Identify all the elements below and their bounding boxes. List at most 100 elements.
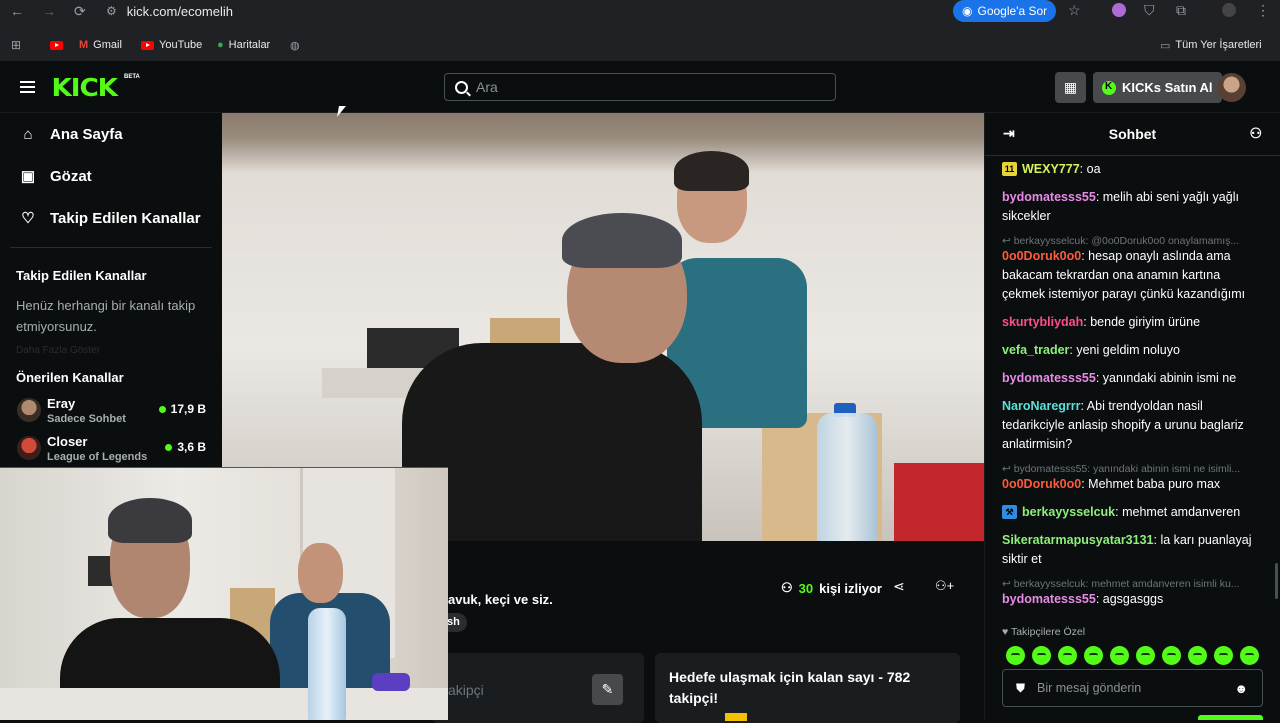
bookmark-youtube[interactable]: YouTube xyxy=(141,39,202,51)
reply-icon: ↩ xyxy=(1002,578,1014,590)
bookmark-label: Haritalar xyxy=(228,39,271,51)
chat-message[interactable]: NaroNaregrrr: Abi trendyoldan nasil teda… xyxy=(1002,397,1262,454)
sidebar-item-label: Ana Sayfa xyxy=(50,125,123,143)
chat-message[interactable]: bydomatesss55: melih abi seni yağlı yağl… xyxy=(1002,188,1262,226)
recommended-channels-title: Önerilen Kanallar xyxy=(16,370,124,385)
apps-grid-icon[interactable]: ⊞ xyxy=(11,38,21,52)
extension-avatar-icon[interactable] xyxy=(1112,3,1126,17)
reload-icon[interactable]: ⟳ xyxy=(74,3,86,20)
chat-username[interactable]: vefa_trader xyxy=(1002,343,1069,357)
profile-icon[interactable] xyxy=(1222,3,1236,17)
chat-message[interactable]: bydomatesss55: agsgasggs xyxy=(1002,590,1262,609)
chat-reply-context[interactable]: ↩ berkayysselcuk: @0o0Doruk0o0 onaylamam… xyxy=(1002,235,1262,247)
bookmark-youtube-icon[interactable] xyxy=(50,40,63,50)
chat-message[interactable]: ⚒ berkayysselcuk: mehmet amdanveren xyxy=(1002,503,1262,522)
channel-item[interactable]: Eray Sadece Sohbet 17,9 B xyxy=(0,391,222,429)
channel-viewer-count: 3,6 B xyxy=(177,440,206,454)
chat-text: Mehmet baba puro max xyxy=(1088,477,1221,491)
sidebar-item-following[interactable]: ♡ Takip Edilen Kanallar xyxy=(0,197,222,239)
shield-extension-icon[interactable]: ⛉ xyxy=(1144,2,1155,19)
follow-user-icon[interactable]: ⚇+ xyxy=(935,578,954,594)
extensions-icon[interactable]: ⧉ xyxy=(1176,2,1186,19)
chat-username[interactable]: bydomatesss55 xyxy=(1002,190,1096,204)
emote-icon[interactable] xyxy=(1162,646,1181,665)
chat-text: oa xyxy=(1086,162,1101,176)
back-icon[interactable]: ← xyxy=(10,3,24,19)
google-lens-button[interactable]: ◉ Google'a Sor xyxy=(953,0,1057,22)
chat-username[interactable]: NaroNaregrrr xyxy=(1002,399,1081,413)
reply-text: bydomatesss55: yanındaki abinin ismi ne … xyxy=(1013,463,1241,475)
buy-kicks-button[interactable]: KICKs Satın Al xyxy=(1093,72,1222,103)
bookmark-label: Gmail xyxy=(93,39,122,51)
reply-text: berkayysselcuk: @0o0Doruk0o0 onaylamamış… xyxy=(1013,235,1240,247)
emote-icon[interactable] xyxy=(1136,646,1155,665)
bookmark-maps[interactable]: ● Haritalar xyxy=(217,39,270,51)
emote-icon[interactable] xyxy=(1058,646,1077,665)
chat-username[interactable]: bydomatesss55 xyxy=(1002,592,1096,606)
chat-username[interactable]: 0o0Doruk0o0 xyxy=(1002,477,1081,491)
chat-message[interactable]: skurtybliydah: bende giriyim ürüne xyxy=(1002,313,1262,332)
heart-icon: ♡ xyxy=(21,210,35,227)
search-placeholder: Ara xyxy=(476,79,498,95)
search-input[interactable]: Ara xyxy=(444,73,836,101)
chat-reply-context[interactable]: ↩ bydomatesss55: yanındaki abinin ismi n… xyxy=(1002,463,1262,475)
chat-username[interactable]: skurtybliydah xyxy=(1002,315,1083,329)
browser-chrome: ← → ⟳ ⚙ kick.com/ecomelih ◉ Google'a Sor… xyxy=(0,0,1280,61)
youtube-icon xyxy=(141,40,154,50)
chat-message[interactable]: 0o0Doruk0o0: Mehmet baba puro max xyxy=(1002,475,1262,494)
pencil-icon: ✎ xyxy=(601,681,614,697)
channel-item[interactable]: Closer League of Legends 3,6 B xyxy=(0,429,222,467)
emote-icon[interactable] xyxy=(1110,646,1129,665)
chat-username[interactable]: 0o0Doruk0o0 xyxy=(1002,249,1081,263)
emote-icon[interactable] xyxy=(1240,646,1259,665)
chat-message[interactable]: Sikeratarmapusyatar3131: la karı puanlay… xyxy=(1002,531,1262,569)
chat-message[interactable]: 11 WEXY777: oa xyxy=(1002,160,1262,179)
chat-message[interactable]: bydomatesss55: yanındaki abinin ismi ne xyxy=(1002,369,1262,388)
emote-icon[interactable] xyxy=(1188,646,1207,665)
emote-icon[interactable] xyxy=(1214,646,1233,665)
sidebar-item-label: Takip Edilen Kanallar xyxy=(50,209,201,227)
all-bookmarks[interactable]: ▭ Tüm Yer İşaretleri xyxy=(1160,39,1262,52)
emote-icon[interactable] xyxy=(1084,646,1103,665)
chat-scrollbar[interactable] xyxy=(1275,563,1278,599)
chat-username[interactable]: WEXY777 xyxy=(1022,162,1080,176)
folder-icon: ▭ xyxy=(1160,39,1171,52)
site-info-icon[interactable]: ⚙ xyxy=(106,4,117,18)
chat-users-icon[interactable]: ⚇ xyxy=(1249,125,1262,142)
chat-separator: : xyxy=(1095,190,1103,204)
chat-username[interactable]: Sikeratarmapusyatar3131 xyxy=(1002,533,1154,547)
sidebar-item-home[interactable]: ⌂ Ana Sayfa xyxy=(0,113,222,155)
kick-logo[interactable]: KICK xyxy=(51,73,118,102)
chat-username[interactable]: berkayysselcuk xyxy=(1022,505,1115,519)
emote-icon[interactable] xyxy=(1006,646,1025,665)
bookmark-gmail[interactable]: M Gmail xyxy=(79,39,122,51)
viewer-count: ⚇ 30 kişi izliyor xyxy=(781,580,882,596)
chat-text: bende giriyim ürüne xyxy=(1090,315,1201,329)
chat-title: Sohbet xyxy=(1108,126,1157,142)
chat-message[interactable]: 0o0Doruk0o0: hesap onaylı aslında ama ba… xyxy=(1002,247,1262,304)
user-avatar[interactable] xyxy=(1217,73,1246,102)
video-person-hair xyxy=(562,213,682,268)
share-icon[interactable]: ⋖ xyxy=(893,578,905,595)
send-button[interactable] xyxy=(1198,715,1263,720)
emoji-icon[interactable]: ☻ xyxy=(1234,681,1248,696)
menu-dots-icon[interactable]: ⋮ xyxy=(1256,2,1270,19)
emote-icon[interactable] xyxy=(1032,646,1051,665)
sidebar-item-browse[interactable]: ▣ Gözat xyxy=(0,155,222,197)
goal-card: Hedefe ulaşmak için kalan sayı - 782 tak… xyxy=(655,653,960,723)
followers-only: ♥ Takipçilere Özel xyxy=(1002,626,1280,638)
chat-username[interactable]: bydomatesss55 xyxy=(1002,371,1096,385)
star-icon[interactable]: ☆ xyxy=(1068,2,1081,19)
chat-message[interactable]: vefa_trader: yeni geldim noluyo xyxy=(1002,341,1262,360)
channel-category: League of Legends xyxy=(47,450,148,463)
store-button[interactable]: ▦ xyxy=(1055,72,1086,103)
collapse-chat-icon[interactable]: ⇥ xyxy=(1003,125,1015,142)
user-badge-icon: 11 xyxy=(1002,162,1017,176)
chat-reply-context[interactable]: ↩ berkayysselcuk: mehmet amdanveren isim… xyxy=(1002,578,1262,590)
chat-input[interactable]: ⛊ Bir mesaj gönderin ☻ xyxy=(1002,669,1263,707)
edit-button[interactable]: ✎ xyxy=(592,674,623,705)
maps-icon: ● xyxy=(217,39,224,51)
forward-icon[interactable]: → xyxy=(42,3,56,19)
globe-icon[interactable]: ◍ xyxy=(290,39,300,52)
hamburger-menu-icon[interactable] xyxy=(20,81,35,93)
